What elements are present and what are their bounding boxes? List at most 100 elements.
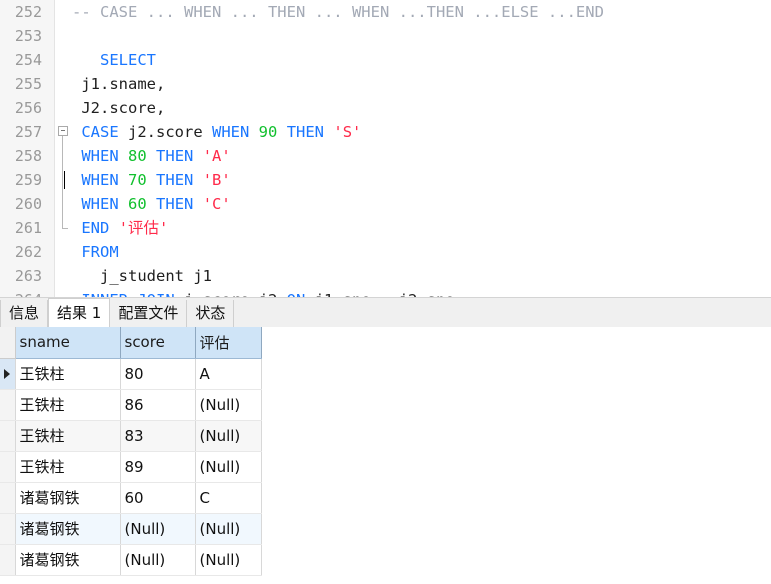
table-body[interactable]: 王铁柱 80 A 王铁柱 86 (Null) 王铁柱 83 (Null) 王铁柱 89 (Null) 诸… <box>0 358 262 576</box>
row-indicator[interactable] <box>0 420 16 452</box>
cell-sname[interactable]: 王铁柱 <box>15 389 121 421</box>
code-token: 'S' <box>333 123 362 141</box>
cell-sname[interactable]: 诸葛钢铁 <box>15 482 121 514</box>
line-number: 255 <box>14 75 42 93</box>
code-line-text: WHEN 70 THEN 'B' <box>72 168 230 192</box>
code-line[interactable]: 263 j_student j1 <box>0 264 771 288</box>
code-token: 90 <box>258 123 278 141</box>
code-line[interactable]: 264 INNER JOIN j_score j2 ON j1.sno = j2… <box>0 288 771 297</box>
column-header-score[interactable]: score <box>120 327 196 359</box>
row-indicator[interactable] <box>0 451 16 483</box>
cell-score[interactable]: 80 <box>120 358 196 390</box>
line-number: 263 <box>14 267 42 285</box>
table-row[interactable]: 诸葛钢铁 60 C <box>0 482 262 514</box>
tab-results-active[interactable]: 结果 1 <box>48 298 111 327</box>
row-indicator[interactable] <box>0 389 16 421</box>
result-grid[interactable]: sname score 评估 王铁柱 80 A 王铁柱 86 (Null) 王铁柱 83 (Nu… <box>0 327 771 583</box>
column-header-eval[interactable]: 评估 <box>195 327 262 359</box>
table-row[interactable]: 王铁柱 80 A <box>0 358 262 390</box>
code-line[interactable]: 256 J2.score, <box>0 96 771 120</box>
code-line[interactable]: 258 WHEN 80 THEN 'A' <box>0 144 771 168</box>
code-token: 60 <box>128 195 147 213</box>
code-line[interactable]: 262 FROM <box>0 240 771 264</box>
cell-eval[interactable]: (Null) <box>195 420 262 452</box>
code-line[interactable]: 253 <box>0 24 771 48</box>
code-line-text: WHEN 60 THEN 'C' <box>72 192 231 216</box>
line-number: 252 <box>14 3 42 21</box>
cell-eval[interactable]: A <box>195 358 262 390</box>
code-line-text: END '评估' <box>72 216 168 240</box>
line-number: 262 <box>14 243 42 261</box>
table-row[interactable]: 王铁柱 86 (Null) <box>0 389 262 421</box>
cell-eval[interactable]: (Null) <box>195 513 262 545</box>
tab-item[interactable]: 信息 <box>0 300 49 327</box>
result-table[interactable]: sname score 评估 王铁柱 80 A 王铁柱 86 (Null) 王铁柱 83 (Nu… <box>0 327 262 576</box>
code-line[interactable]: 255 j1.sname, <box>0 72 771 96</box>
current-row-indicator-icon[interactable] <box>0 358 16 390</box>
table-row[interactable]: 王铁柱 83 (Null) <box>0 420 262 452</box>
code-line[interactable]: 259 WHEN 70 THEN 'B' <box>0 168 771 192</box>
tab-item[interactable]: 状态 <box>187 300 235 327</box>
table-row[interactable]: 王铁柱 89 (Null) <box>0 451 262 483</box>
cell-eval[interactable]: (Null) <box>195 389 262 421</box>
code-lines-container[interactable]: 252 -- CASE ... WHEN ... THEN ... WHEN ..… <box>0 0 771 297</box>
code-line-text: j_student j1 <box>72 264 212 288</box>
cell-sname[interactable]: 诸葛钢铁 <box>15 544 121 576</box>
code-line-text: -- CASE ... WHEN ... THEN ... WHEN ...TH… <box>72 0 604 24</box>
cell-score[interactable]: 89 <box>120 451 196 483</box>
cell-score[interactable]: 86 <box>120 389 196 421</box>
cell-eval[interactable]: C <box>195 482 262 514</box>
code-line-text: FROM <box>72 240 118 264</box>
cell-sname[interactable]: 王铁柱 <box>15 358 121 390</box>
code-token: '评估' <box>118 219 169 237</box>
table-row[interactable]: 诸葛钢铁 (Null) (Null) <box>0 544 262 576</box>
code-token: WHEN <box>81 147 119 165</box>
code-token: WHEN <box>81 195 119 213</box>
sql-editor[interactable]: 252 -- CASE ... WHEN ... THEN ... WHEN ..… <box>0 0 771 297</box>
line-number: 260 <box>14 195 42 213</box>
cell-score[interactable]: 60 <box>120 482 196 514</box>
tab-item[interactable]: 配置文件 <box>110 300 188 327</box>
line-number: 264 <box>0 288 42 297</box>
row-indicator[interactable] <box>0 513 16 545</box>
result-panel-tabbar[interactable]: 信息 结果 1 配置文件 状态 <box>0 297 771 327</box>
fold-region-end-icon <box>56 216 72 240</box>
code-token: j_student j1 <box>72 267 212 285</box>
cell-score[interactable]: (Null) <box>120 513 196 545</box>
code-line[interactable]: 254 SELECT <box>0 48 771 72</box>
code-line-text: CASE j2.score WHEN 90 THEN 'S' <box>72 120 361 144</box>
cell-sname[interactable]: 王铁柱 <box>15 451 121 483</box>
code-line[interactable]: 261 END '评估' <box>0 216 771 240</box>
code-token: 'C' <box>202 195 231 213</box>
code-line[interactable]: 257 CASE j2.score WHEN 90 THEN 'S' <box>0 120 771 144</box>
cell-eval[interactable]: (Null) <box>195 544 262 576</box>
row-indicator[interactable] <box>0 544 16 576</box>
line-number: 258 <box>14 147 42 165</box>
row-indicator[interactable] <box>0 482 16 514</box>
code-line[interactable]: 252 -- CASE ... WHEN ... THEN ... WHEN ..… <box>0 0 771 24</box>
fold-collapse-icon[interactable] <box>56 120 72 144</box>
code-line-text: SELECT <box>72 48 156 72</box>
code-token: THEN <box>286 123 325 141</box>
code-line[interactable]: 260 WHEN 60 THEN 'C' <box>0 192 771 216</box>
cell-score[interactable]: 83 <box>120 420 196 452</box>
code-token: 'A' <box>202 147 231 165</box>
cell-score[interactable]: (Null) <box>120 544 196 576</box>
cell-sname[interactable]: 诸葛钢铁 <box>15 513 121 545</box>
table-row[interactable]: 诸葛钢铁 (Null) (Null) <box>0 513 262 545</box>
line-number: 256 <box>14 99 42 117</box>
cell-sname[interactable]: 王铁柱 <box>15 420 121 452</box>
tab-list[interactable]: 信息 结果 1 配置文件 状态 <box>0 298 771 327</box>
column-header-sname[interactable]: sname <box>15 327 121 359</box>
cell-eval[interactable]: (Null) <box>195 451 262 483</box>
